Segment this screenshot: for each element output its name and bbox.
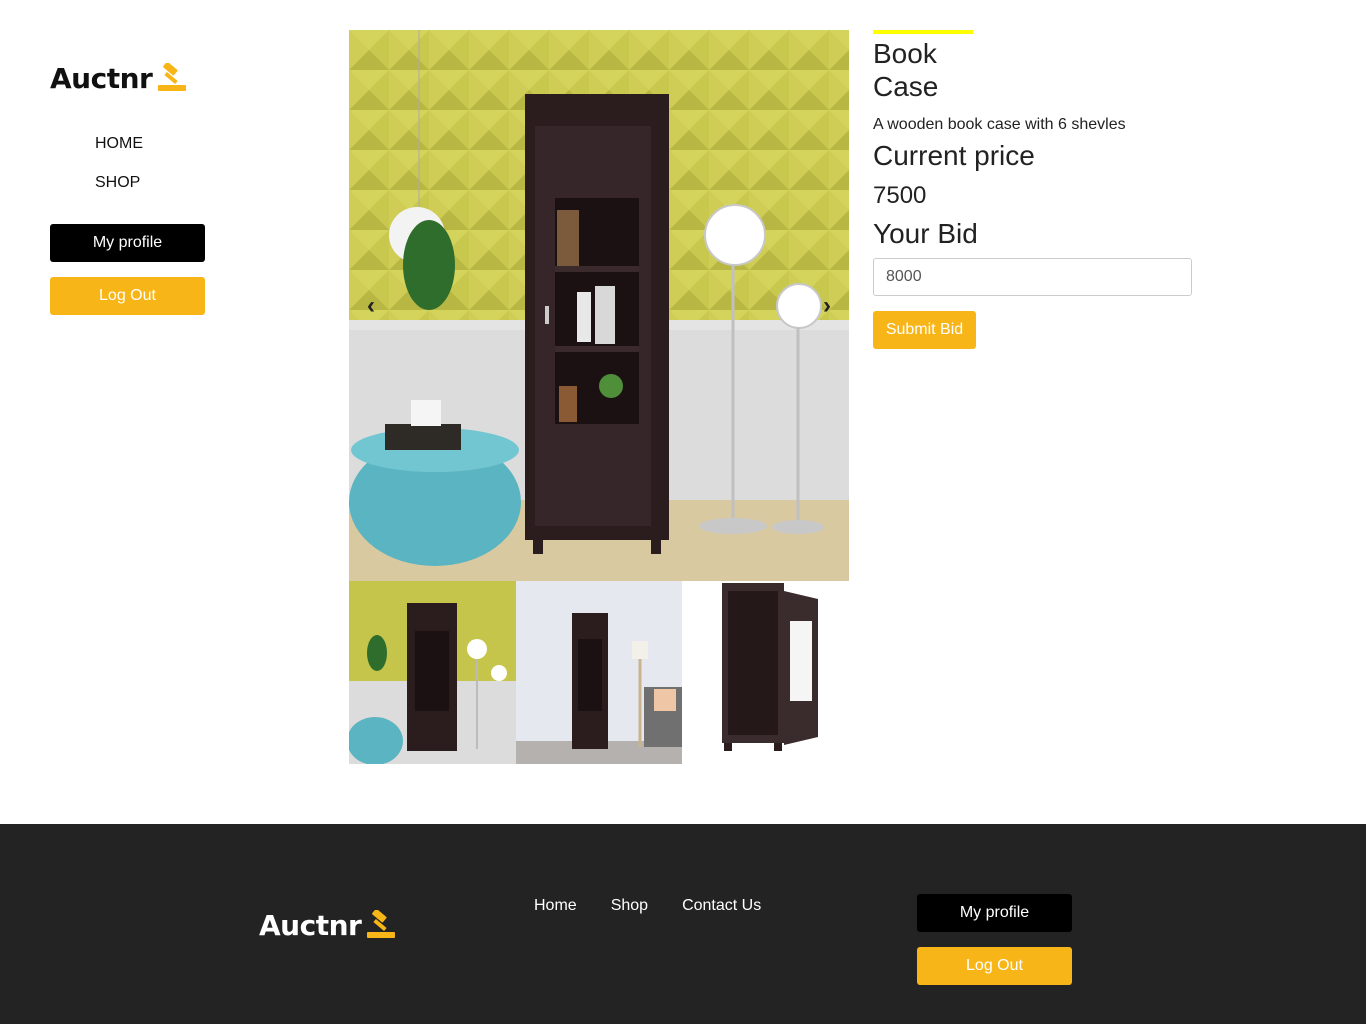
submit-bid-button[interactable]: Submit Bid (873, 311, 976, 349)
carousel-prev-arrow[interactable]: ‹ (361, 292, 381, 320)
thumbnail-strip (349, 581, 849, 764)
brand-name: Auctnr (50, 61, 153, 95)
my-profile-button[interactable]: My profile (50, 224, 205, 262)
footer-brand-logo[interactable]: Auctnr (259, 907, 399, 943)
main-nav: HOME SHOP (95, 134, 210, 212)
current-price-label: Current price (873, 140, 1035, 171)
thumbnail-2[interactable] (515, 581, 683, 764)
sidebar: Auctnr HOME SHOP My profile Log Out (50, 60, 210, 315)
title-accent-bar (873, 30, 973, 34)
footer-my-profile-button[interactable]: My profile (917, 894, 1072, 932)
brand-logo[interactable]: Auctnr (50, 60, 210, 96)
thumbnail-1[interactable] (349, 581, 516, 764)
bid-input[interactable] (873, 258, 1192, 296)
nav-item-home[interactable]: HOME (95, 134, 210, 173)
product-title: Book Case (873, 38, 939, 102)
nav-item-shop[interactable]: SHOP (95, 173, 210, 212)
thumbnail-3[interactable] (682, 581, 849, 764)
bookcase-photo (349, 30, 849, 581)
footer-logout-button[interactable]: Log Out (917, 947, 1072, 985)
current-price-value: 7500 (873, 182, 927, 209)
main-product-image: ‹ › (349, 30, 849, 581)
gavel-icon (158, 63, 187, 91)
carousel-next-arrow[interactable]: › (817, 292, 837, 320)
footer-brand-name: Auctnr (259, 908, 362, 942)
footer: Auctnr Home Shop Contact Us My profile L… (0, 824, 1366, 1024)
product-gallery: ‹ › (349, 30, 849, 764)
footer-link-shop[interactable]: Shop (611, 897, 648, 915)
footer-nav: Home Shop Contact Us (534, 897, 795, 915)
your-bid-label: Your Bid (873, 218, 978, 249)
logout-button[interactable]: Log Out (50, 277, 205, 315)
product-details: Book Case A wooden book case with 6 shev… (873, 30, 1193, 349)
footer-link-home[interactable]: Home (534, 897, 577, 915)
footer-link-contact[interactable]: Contact Us (682, 897, 761, 915)
product-description: A wooden book case with 6 shevles (873, 116, 1126, 133)
gavel-icon (367, 910, 396, 938)
footer-actions: My profile Log Out (917, 894, 1072, 985)
